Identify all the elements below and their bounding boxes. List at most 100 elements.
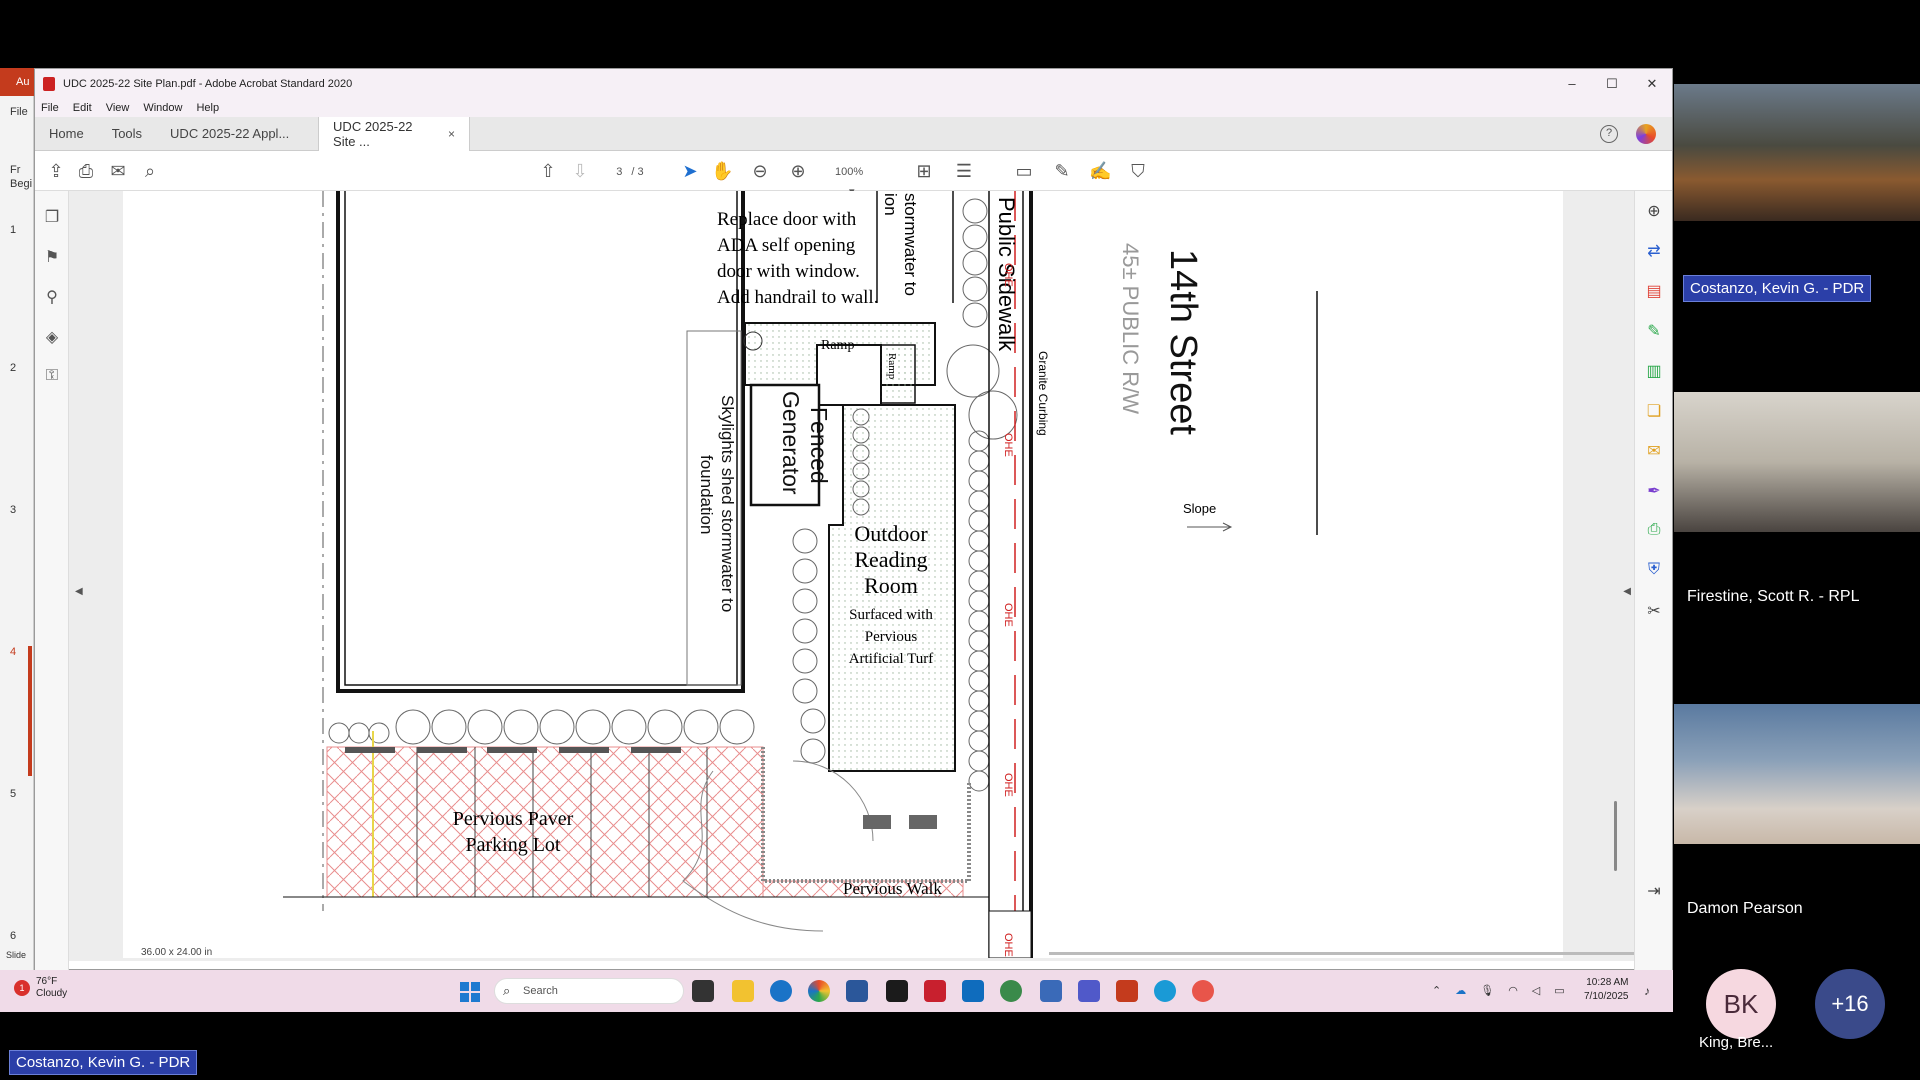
background-file-menu[interactable]: File [10,106,28,118]
collapse-left-panel-icon[interactable]: ◀ [75,586,83,597]
tab-home[interactable]: Home [35,117,98,151]
more-participants-button[interactable]: +16 [1815,969,1885,1039]
weather-widget[interactable]: 1 76°F Cloudy [14,976,67,1000]
volume-icon[interactable]: ◁ [1532,984,1540,997]
print-production-icon[interactable]: ⎙ [1644,521,1664,539]
webex-icon[interactable] [770,980,792,1002]
app-icon[interactable] [1192,980,1214,1002]
sticky-note-icon[interactable]: ✉ [1644,441,1664,461]
wifi-icon[interactable]: ◠ [1508,984,1518,997]
rsa-icon[interactable] [924,980,946,1002]
fit-page-icon[interactable]: ⊞ [913,161,935,181]
pdf-page[interactable]: Replace door with ADA self opening door … [123,191,1563,958]
acrobat-taskbar-icon[interactable] [886,980,908,1002]
layers-icon[interactable]: ◈ [42,327,62,347]
slide-number[interactable]: 6 [10,930,16,942]
tab-document-site-plan[interactable]: UDC 2025-22 Site ... × [318,116,471,151]
zoom-in-icon[interactable]: ⊕ [787,161,809,181]
help-icon[interactable]: ? [1600,124,1618,143]
participant-avatar[interactable]: BK [1706,969,1776,1039]
edge-icon[interactable] [1154,980,1176,1002]
export-pdf-icon[interactable]: ⇄ [1644,241,1664,261]
stamp-icon[interactable]: ⛉ [1127,161,1149,181]
windows-start-icon[interactable] [460,982,480,1002]
chrome-icon[interactable] [808,980,830,1002]
protect-icon[interactable]: ⛨ [1644,561,1664,579]
background-app-tab[interactable]: Au [0,68,34,96]
teams-icon[interactable] [1078,980,1100,1002]
next-page-icon[interactable]: ⇩ [569,161,591,181]
create-pdf-icon[interactable]: ▤ [1644,281,1664,301]
edit-pdf-icon[interactable]: ✎ [1644,321,1664,341]
participant-panel: Costanzo, Kevin G. - PDR Firestine, Scot… [1673,68,1920,1080]
expand-panel-icon[interactable]: ⇥ [1644,881,1664,901]
account-avatar-icon[interactable] [1636,123,1656,144]
menu-window[interactable]: Window [143,102,182,114]
attachment-icon[interactable]: ⚲ [42,287,62,307]
slide-number[interactable]: 1 [10,224,16,236]
bookmark-icon[interactable]: ⚑ [42,247,62,267]
slide-number[interactable]: 3 [10,504,16,516]
battery-icon[interactable]: ▭ [1554,984,1564,997]
fill-sign-icon[interactable]: ✒ [1644,481,1664,501]
snipping-tool-icon[interactable] [1040,980,1062,1002]
tab-document-application[interactable]: UDC 2025-22 Appl... [156,117,318,151]
sign-icon[interactable]: ✍ [1089,161,1111,181]
tab-document-site-plan-label: UDC 2025-22 Site ... [333,118,413,149]
system-clock[interactable]: 10:28 AM 7/10/2025 [1584,976,1629,1004]
document-viewer[interactable]: ◀ Replace door with ADA self opening doo… [69,191,1649,961]
scroll-mode-icon[interactable]: ☰ [953,161,975,181]
menu-edit[interactable]: Edit [73,102,92,114]
page-thumbnails-icon[interactable]: ❐ [42,207,62,227]
select-tool-icon[interactable]: ➤ [679,161,701,181]
powerpoint-icon[interactable] [1116,980,1138,1002]
maps-app-icon[interactable] [1000,980,1022,1002]
search-icon[interactable]: ⌕ [139,161,161,181]
horizontal-scrollbar[interactable] [1049,952,1649,955]
close-tab-icon[interactable]: × [448,127,455,141]
email-icon[interactable]: ✉ [107,161,129,181]
zoom-tool-icon[interactable]: ⊕ [1644,201,1664,221]
hand-tool-icon[interactable]: ✋ [711,161,733,181]
notification-bell-icon[interactable]: ♪ [1644,984,1650,998]
menu-help[interactable]: Help [196,102,219,114]
comment-tool-icon[interactable]: ❏ [1644,401,1664,421]
security-icon[interactable]: ⚿ [42,367,62,385]
task-view-icon[interactable] [692,980,714,1002]
minimize-button[interactable]: – [1552,76,1592,92]
taskbar-search-input[interactable]: ⌕ Search [494,978,684,1004]
microphone-muted-icon[interactable]: 🎙 [1480,984,1494,997]
participant-tile-firestine[interactable] [1674,392,1920,550]
slide-number[interactable]: 5 [10,788,16,800]
more-tools-icon[interactable]: ✂ [1644,601,1664,621]
menu-file[interactable]: File [41,102,59,114]
tray-expand-icon[interactable]: ⌃ [1432,984,1441,997]
slide-selection-bar [28,646,32,776]
outlook-icon[interactable] [962,980,984,1002]
tab-document-application-label: UDC 2025-22 Appl... [170,126,290,141]
stormwater-note-line: stormwater to [901,193,920,296]
tab-tools[interactable]: Tools [98,117,156,151]
page-number-input[interactable]: 3 [610,162,628,182]
word-icon[interactable] [846,980,868,1002]
participant-tile-pearson[interactable] [1674,704,1920,862]
slide-number[interactable]: 2 [10,362,16,374]
slide-number[interactable]: 4 [10,646,16,658]
collapse-right-panel-icon[interactable]: ◀ [1623,586,1631,597]
previous-page-icon[interactable]: ⇧ [537,161,559,181]
vertical-scrollbar[interactable] [1614,801,1617,871]
comment-icon[interactable]: ▭ [1013,161,1035,181]
upload-icon[interactable]: ⇪ [45,161,67,181]
close-window-button[interactable]: ✕ [1632,76,1672,92]
file-explorer-icon[interactable] [732,980,754,1002]
organize-pages-icon[interactable]: ▥ [1644,361,1664,381]
highlight-icon[interactable]: ✎ [1051,161,1073,181]
zoom-level-dropdown[interactable]: 100% ▾ [835,162,885,198]
print-icon[interactable]: ⎙ [75,161,97,181]
zoom-out-icon[interactable]: ⊖ [749,161,771,181]
menu-view[interactable]: View [106,102,130,114]
onedrive-icon[interactable]: ☁ [1455,984,1466,997]
participant-tile-room[interactable] [1674,84,1920,242]
door-note-line: door with window. [717,261,860,282]
maximize-button[interactable]: ☐ [1592,76,1632,92]
